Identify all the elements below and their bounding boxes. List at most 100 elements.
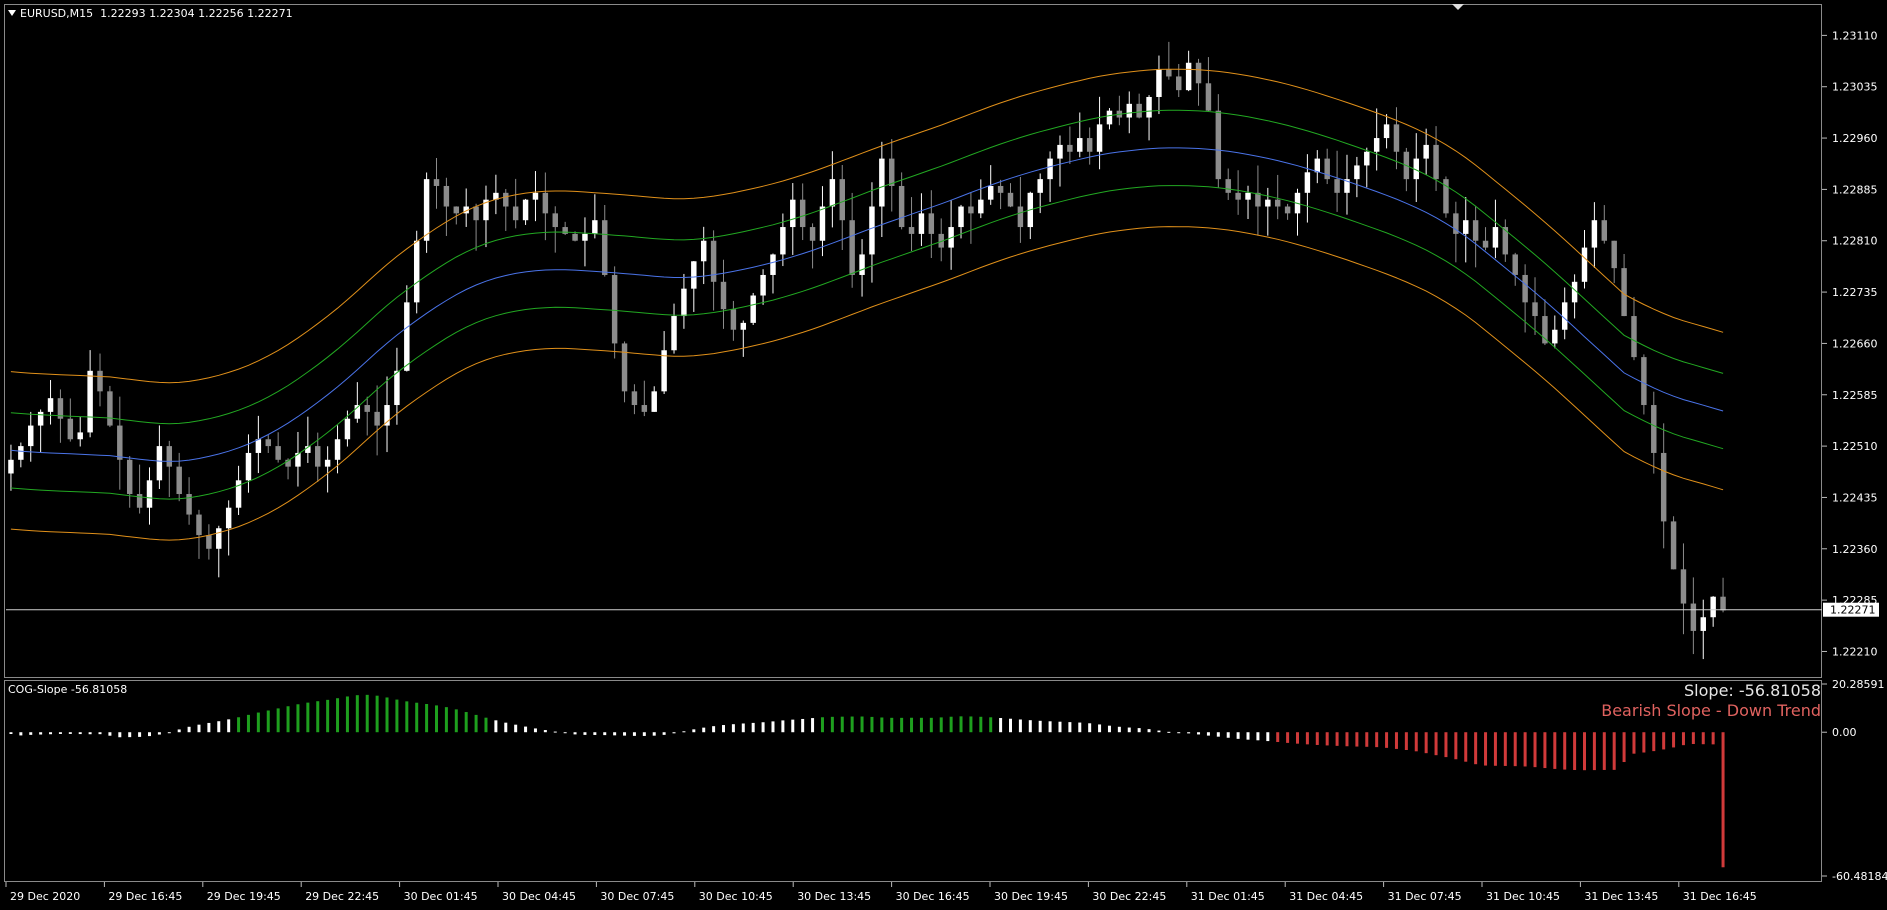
histogram-bar-neutral (751, 722, 755, 733)
candle-body (1126, 103, 1132, 118)
histogram-bar-bull (326, 699, 330, 733)
histogram-bar-bear (1325, 732, 1329, 746)
histogram-bar-neutral (504, 722, 508, 733)
candle-body (1195, 62, 1202, 84)
candle-body (1591, 220, 1598, 248)
histogram-bar-neutral (1246, 732, 1250, 740)
histogram-bar-bear (1592, 732, 1596, 771)
time-tick-label: 31 Dec 10:45 (1486, 890, 1560, 903)
histogram-bar-bear (1454, 732, 1458, 760)
histogram-bar-neutral (1206, 732, 1210, 736)
histogram-bar-bear (1672, 732, 1676, 748)
histogram-bar-bull (969, 716, 973, 733)
candle-body (1284, 206, 1291, 214)
candle-body (1136, 103, 1142, 118)
candle-body (1482, 240, 1489, 248)
candle-body (1205, 83, 1212, 111)
candle-body (28, 425, 34, 447)
histogram-bar-bear (1315, 732, 1319, 745)
chart-canvas[interactable]: 1.23110 1.23035 1.22960 1.22885 1.22810 1.227… (0, 0, 1887, 910)
candle-body (37, 411, 44, 426)
indicator-tick-label: -60.48184 (1832, 870, 1887, 883)
candle-body (1463, 220, 1469, 234)
candle-body (156, 446, 163, 481)
histogram-bar-bull (237, 717, 241, 733)
histogram-bar-bull (949, 716, 953, 733)
histogram-bar-bull (246, 714, 250, 733)
candle-body (730, 309, 737, 330)
histogram-bar-bear (1721, 732, 1725, 868)
candle-body (1700, 617, 1706, 631)
candle-body (770, 254, 776, 275)
histogram-bar-bear (1612, 732, 1616, 770)
histogram-bar-bull (256, 712, 260, 733)
candle-body (1067, 144, 1073, 152)
histogram-bar-neutral (39, 732, 43, 735)
histogram-bar-neutral (791, 719, 795, 733)
histogram-bar-neutral (148, 732, 151, 737)
candle-body (117, 425, 123, 460)
candle-body (1265, 199, 1271, 207)
histogram-bar-bear (1414, 732, 1418, 752)
candle-body (889, 158, 895, 186)
histogram-bar-bear (1493, 732, 1497, 766)
histogram-bar-bull (405, 701, 409, 733)
candle-body (849, 220, 855, 275)
histogram-bar-bull (464, 712, 468, 733)
candle-body (1215, 110, 1222, 180)
candle-body (1364, 151, 1370, 166)
candle-body (1690, 603, 1697, 631)
histogram-bar-bear (1563, 732, 1567, 770)
histogram-bar-bull (900, 717, 904, 733)
candle-body (700, 240, 707, 262)
candle-body (582, 233, 588, 241)
candle-body (562, 227, 568, 234)
histogram-bar-bull (454, 709, 458, 733)
histogram-bar-neutral (157, 732, 161, 735)
histogram-bar-neutral (593, 732, 597, 735)
histogram-bar-neutral (138, 732, 142, 737)
histogram-bar-neutral (58, 732, 62, 734)
histogram-bar-neutral (722, 725, 725, 733)
price-tick-label: 1.22960 (1832, 132, 1878, 145)
candle-body (681, 288, 687, 317)
histogram-bar-bull (385, 697, 389, 733)
histogram-bar-bull (375, 695, 379, 733)
candle-body (740, 322, 747, 330)
candle-body (1235, 192, 1241, 200)
chart-window[interactable]: EURUSD,M15 1.22293 1.22304 1.22256 1.222… (0, 0, 1887, 910)
histogram-bar-bull (890, 717, 894, 733)
histogram-bar-neutral (78, 732, 82, 735)
histogram-bar-neutral (197, 724, 201, 733)
histogram-bar-neutral (533, 728, 537, 733)
candle-body (1373, 138, 1380, 152)
candle-body (196, 514, 202, 536)
histogram-bar-bull (860, 716, 864, 733)
time-tick-label: 31 Dec 16:45 (1683, 890, 1757, 903)
candle-body (334, 439, 341, 460)
histogram-bar-bear (1365, 732, 1369, 747)
time-tick-label: 31 Dec 07:45 (1388, 890, 1462, 903)
histogram-bar-neutral (781, 720, 785, 733)
price-tick-label: 1.22735 (1832, 286, 1878, 299)
candle-body (473, 206, 479, 221)
histogram-bar-neutral (811, 718, 815, 733)
histogram-bar-bull (939, 717, 943, 733)
histogram-bar-neutral (1028, 720, 1032, 733)
candle-body (641, 405, 648, 412)
price-tick-label: 1.22210 (1832, 645, 1878, 658)
histogram-bar-neutral (583, 732, 587, 735)
histogram-bar-neutral (167, 732, 171, 734)
time-tick-label: 29 Dec 16:45 (108, 890, 182, 903)
candle-body (1304, 172, 1311, 193)
candle-body (503, 192, 509, 207)
histogram-bar-neutral (543, 730, 547, 733)
candle-body (176, 466, 182, 495)
candle-body (819, 206, 826, 241)
histogram-bar-neutral (771, 721, 775, 733)
candle-body (206, 535, 212, 549)
histogram-bar-bull (880, 717, 884, 733)
histogram-bar-bull (425, 704, 429, 733)
candle-body (1007, 192, 1014, 207)
candle-body (997, 185, 1004, 193)
